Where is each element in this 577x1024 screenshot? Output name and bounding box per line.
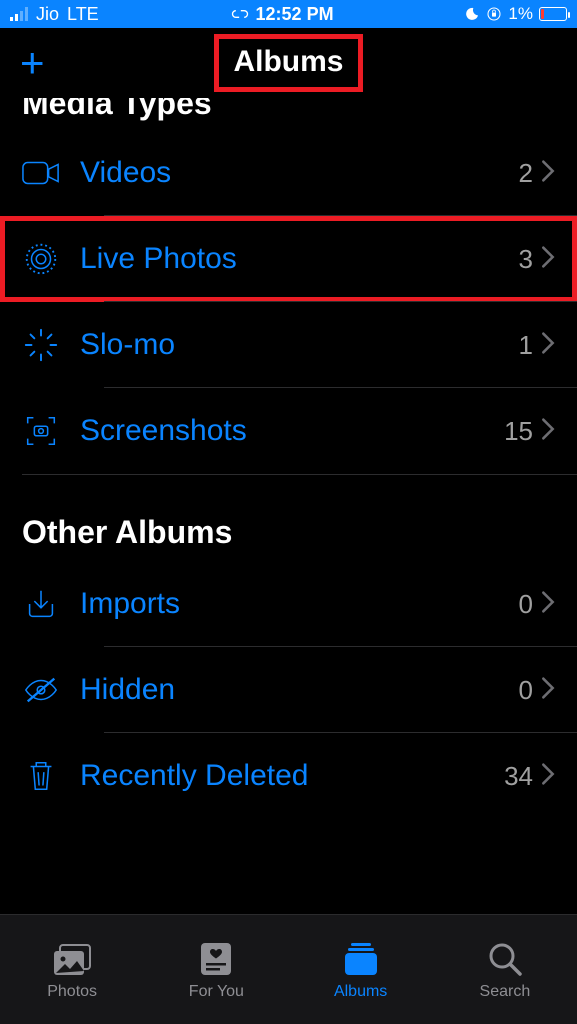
trash-icon [22,757,74,795]
for-you-tab-icon [194,939,238,979]
row-live-photos-count: 3 [519,244,541,275]
live-photos-icon [22,240,74,278]
video-icon [22,154,74,192]
row-hidden[interactable]: Hidden 0 [0,647,577,733]
chevron-right-icon [541,417,555,446]
status-bar: Jio LTE 12:52 PM 1% [0,0,577,28]
row-slo-mo-count: 1 [519,330,541,361]
row-live-photos[interactable]: Live Photos 3 [0,216,577,302]
row-videos-count: 2 [519,158,541,189]
tab-albums-label: Albums [334,983,387,1001]
hotspot-icon [230,7,250,21]
search-tab-icon [483,939,527,979]
title-highlight: Albums [214,34,362,92]
tab-for-you[interactable]: For You [144,915,288,1024]
row-slo-mo-label: Slo-mo [74,328,519,362]
row-videos-label: Videos [74,156,519,190]
photos-tab-icon [50,939,94,979]
section-header-other-albums: Other Albums [0,514,577,561]
dnd-moon-icon [464,6,480,22]
row-recently-deleted[interactable]: Recently Deleted 34 [0,733,577,819]
row-imports-count: 0 [519,589,541,620]
carrier-label: Jio [36,4,59,25]
row-screenshots-label: Screenshots [74,414,504,448]
tab-search[interactable]: Search [433,915,577,1024]
orientation-lock-icon [486,6,502,22]
tab-albums[interactable]: Albums [289,915,433,1024]
add-album-button[interactable]: + [20,42,45,84]
tab-bar: Photos For You Albums Search [0,914,577,1024]
screenshots-icon [22,412,74,450]
tab-photos-label: Photos [47,983,97,1001]
status-center: 12:52 PM [99,4,465,25]
row-imports[interactable]: Imports 0 [0,561,577,647]
tab-photos[interactable]: Photos [0,915,144,1024]
row-live-photos-label: Live Photos [74,242,519,276]
row-videos[interactable]: Videos 2 [0,130,577,216]
row-screenshots-count: 15 [504,416,541,447]
row-recently-deleted-label: Recently Deleted [74,759,504,793]
row-hidden-label: Hidden [74,673,519,707]
chevron-right-icon [541,331,555,360]
tab-search-label: Search [480,983,531,1001]
row-recently-deleted-count: 34 [504,761,541,792]
row-slo-mo[interactable]: Slo-mo 1 [0,302,577,388]
row-imports-label: Imports [74,587,519,621]
chevron-right-icon [541,159,555,188]
content-scroll[interactable]: Media Types Videos 2 Live Photos 3 [0,98,577,914]
section-header-media-types: Media Types [0,98,577,130]
status-left: Jio LTE [10,4,99,25]
network-label: LTE [67,4,99,25]
row-hidden-count: 0 [519,675,541,706]
hidden-icon [22,671,74,709]
row-screenshots[interactable]: Screenshots 15 [0,388,577,474]
nav-bar: + Albums [0,28,577,98]
albums-tab-icon [339,939,383,979]
tab-for-you-label: For You [189,983,244,1001]
battery-pct-label: 1% [508,4,533,24]
battery-icon [539,7,567,21]
status-right: 1% [464,4,567,24]
clock-label: 12:52 PM [256,4,334,25]
chevron-right-icon [541,762,555,791]
chevron-right-icon [541,676,555,705]
chevron-right-icon [541,245,555,274]
slo-mo-icon [22,326,74,364]
chevron-right-icon [541,590,555,619]
signal-icon [10,7,28,21]
nav-title: Albums [233,45,343,78]
imports-icon [22,585,74,623]
